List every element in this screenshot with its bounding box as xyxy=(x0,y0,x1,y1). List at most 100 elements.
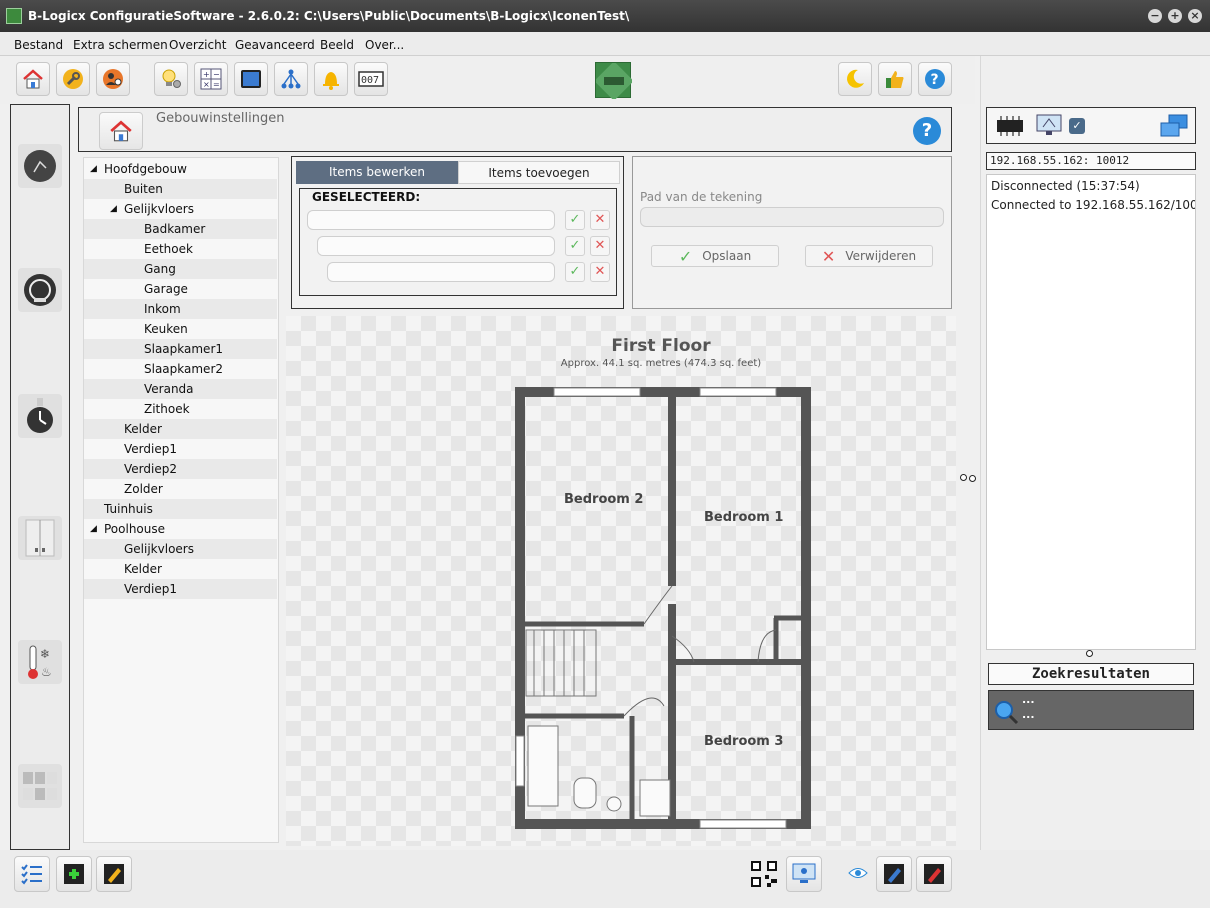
tree-item[interactable]: Badkamer xyxy=(84,219,277,239)
tree-item[interactable]: Zithoek xyxy=(84,399,277,419)
expand-arrow-icon[interactable]: ◢ xyxy=(90,519,97,539)
menu-extra-schermen[interactable]: Extra schermen xyxy=(73,38,168,52)
menu-geavanceerd[interactable]: Geavanceerd xyxy=(235,38,315,52)
night-mode-button[interactable] xyxy=(838,62,872,96)
clear-1-button[interactable]: ✕ xyxy=(590,210,610,230)
drawing-panel: Pad van de tekening ✓ Opslaan ✕ Verwijde… xyxy=(632,156,952,309)
home-button[interactable] xyxy=(16,62,50,96)
tree-item[interactable]: Slaapkamer1 xyxy=(84,339,277,359)
network-button[interactable] xyxy=(274,62,308,96)
floorplan-canvas[interactable]: First Floor Approx. 44.1 sq. metres (474… xyxy=(286,316,956,846)
tree-item-label: Kelder xyxy=(124,562,162,576)
menu-overzicht[interactable]: Overzicht xyxy=(169,38,226,52)
timer-button[interactable] xyxy=(18,394,62,438)
splitter-handle[interactable] xyxy=(969,475,976,482)
dimmer-button[interactable] xyxy=(18,144,62,188)
controller-button[interactable] xyxy=(991,111,1029,141)
save-button[interactable]: ✓ Opslaan xyxy=(651,245,779,267)
selected-field-3[interactable] xyxy=(327,262,555,282)
address-field[interactable]: 192.168.55.162: 10012 xyxy=(986,152,1196,170)
program-module-button[interactable] xyxy=(876,856,912,892)
menu-bestand[interactable]: Bestand xyxy=(14,38,63,52)
tree-item[interactable]: Kelder xyxy=(84,559,277,579)
tree-item-label: Slaapkamer1 xyxy=(144,342,224,356)
minimize-button[interactable]: − xyxy=(1148,9,1162,23)
tree-item[interactable]: Tuinhuis xyxy=(84,499,277,519)
monitor-toggle[interactable] xyxy=(1033,111,1065,141)
tree-item[interactable]: Inkom xyxy=(84,299,277,319)
section-home-button[interactable] xyxy=(99,112,143,150)
menu-beeld[interactable]: Beeld xyxy=(320,38,354,52)
search-result[interactable]: ... xyxy=(1022,693,1035,706)
tree-item-label: Badkamer xyxy=(144,222,206,236)
search-result[interactable]: ... xyxy=(1022,708,1035,721)
switch-button[interactable] xyxy=(18,516,62,560)
svg-text:007: 007 xyxy=(361,75,379,86)
chip-icon xyxy=(997,116,1023,136)
svg-text:+: + xyxy=(203,70,210,79)
tree-item[interactable]: Kelder xyxy=(84,419,277,439)
connect-checkbox[interactable]: ✓ xyxy=(1069,118,1085,134)
checklist-button[interactable] xyxy=(14,856,50,892)
counter-button[interactable]: 007 xyxy=(354,62,388,96)
selected-field-1[interactable] xyxy=(307,210,555,230)
user-settings-button[interactable] xyxy=(96,62,130,96)
tree-item[interactable]: Veranda xyxy=(84,379,277,399)
tree-item[interactable]: Buiten xyxy=(84,179,277,199)
tree-item[interactable]: Gang xyxy=(84,259,277,279)
clear-3-button[interactable]: ✕ xyxy=(590,262,610,282)
expand-arrow-icon[interactable]: ◢ xyxy=(110,199,117,219)
confirm-3-button[interactable]: ✓ xyxy=(565,262,585,282)
confirm-2-button[interactable]: ✓ xyxy=(565,236,585,256)
edit-module-button[interactable] xyxy=(96,856,132,892)
tree-item[interactable]: Eethoek xyxy=(84,239,277,259)
help-toolbar-button[interactable]: ? xyxy=(918,62,952,96)
tree-item[interactable]: Verdiep1 xyxy=(84,439,277,459)
add-module-button[interactable] xyxy=(56,856,92,892)
tablet-button[interactable] xyxy=(234,62,268,96)
tree-item[interactable]: ◢ Hoofdgebouw xyxy=(84,159,277,179)
tab-items-bewerken[interactable]: Items bewerken xyxy=(296,161,458,184)
splitter-handle[interactable] xyxy=(960,474,967,481)
maximize-button[interactable]: + xyxy=(1168,9,1182,23)
tree-item-label: Zolder xyxy=(124,482,163,496)
delete-button[interactable]: ✕ Verwijderen xyxy=(805,245,933,267)
knob-button[interactable] xyxy=(18,268,62,312)
clear-2-button[interactable]: ✕ xyxy=(590,236,610,256)
eye-icon xyxy=(848,868,868,878)
tree-item[interactable]: Verdiep1 xyxy=(84,579,277,599)
tree-item[interactable]: Zolder xyxy=(84,479,277,499)
tree-item[interactable]: ◢ Poolhouse xyxy=(84,519,277,539)
tree-item[interactable]: Verdiep2 xyxy=(84,459,277,479)
selected-field-2[interactable] xyxy=(317,236,555,256)
chip-edit-icon xyxy=(104,864,124,884)
approve-button[interactable] xyxy=(878,62,912,96)
menu-over[interactable]: Over... xyxy=(365,38,404,52)
lighting-button[interactable] xyxy=(154,62,188,96)
expand-arrow-icon[interactable]: ◢ xyxy=(90,159,97,179)
alarm-button[interactable] xyxy=(314,62,348,96)
tree-item[interactable]: Gelijkvloers xyxy=(84,539,277,559)
tree-item-label: Verdiep1 xyxy=(124,582,177,596)
tree-item[interactable]: ◢ Gelijkvloers xyxy=(84,199,277,219)
qr-button[interactable] xyxy=(746,856,782,892)
tree-item[interactable]: Keuken xyxy=(84,319,277,339)
help-button[interactable]: ? xyxy=(913,117,941,145)
close-button[interactable]: × xyxy=(1188,9,1202,23)
calculator-button[interactable]: + − × = xyxy=(194,62,228,96)
screens-button[interactable] xyxy=(1157,111,1191,141)
path-input[interactable] xyxy=(640,207,944,227)
tree-item[interactable]: Slaapkamer2 xyxy=(84,359,277,379)
home-icon xyxy=(110,120,132,142)
confirm-1-button[interactable]: ✓ xyxy=(565,210,585,230)
tree-item[interactable]: Garage xyxy=(84,279,277,299)
timer-icon xyxy=(27,398,53,433)
climate-button[interactable]: ❄ ♨ xyxy=(18,640,62,684)
monitor-button[interactable] xyxy=(786,856,822,892)
visibility-toggle[interactable] xyxy=(848,866,868,883)
tab-items-toevoegen[interactable]: Items toevoegen xyxy=(458,161,620,184)
multi-device-button[interactable] xyxy=(18,764,62,808)
erase-module-button[interactable] xyxy=(916,856,952,892)
settings-button[interactable] xyxy=(56,62,90,96)
log-splitter-handle[interactable] xyxy=(1086,650,1093,657)
